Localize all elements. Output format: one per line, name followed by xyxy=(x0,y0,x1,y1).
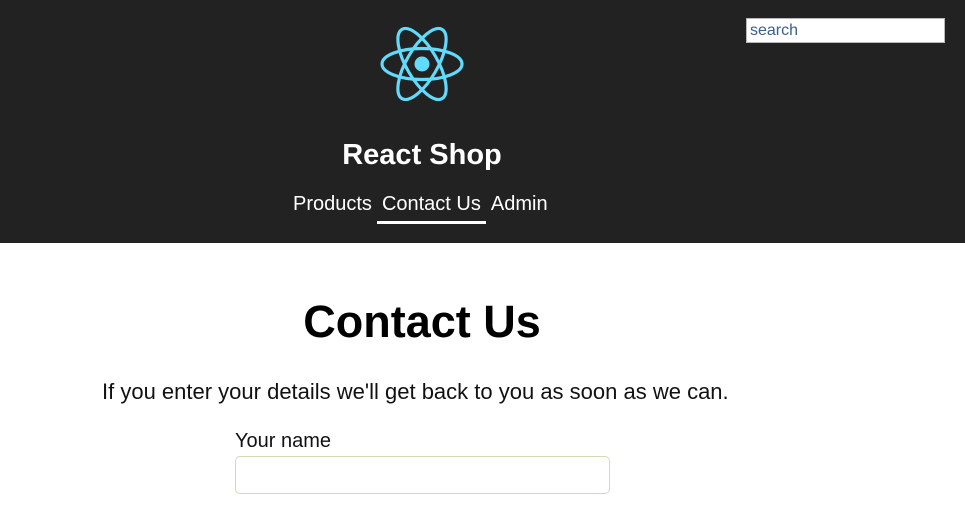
name-input[interactable] xyxy=(235,456,610,494)
nav-link-products[interactable]: Products xyxy=(288,190,377,224)
search-input[interactable] xyxy=(746,18,945,43)
main-nav: Products Contact Us Admin xyxy=(288,190,553,226)
nav-link-admin[interactable]: Admin xyxy=(486,190,553,224)
page-title: Contact Us xyxy=(303,296,541,347)
app-title: React Shop xyxy=(342,139,502,171)
name-label: Your name xyxy=(235,430,331,452)
intro-text: If you enter your details we'll get back… xyxy=(102,379,729,404)
app-header: React Shop Products Contact Us Admin xyxy=(0,0,965,243)
react-logo-icon xyxy=(380,26,464,102)
nav-link-contact-us[interactable]: Contact Us xyxy=(376,190,486,224)
